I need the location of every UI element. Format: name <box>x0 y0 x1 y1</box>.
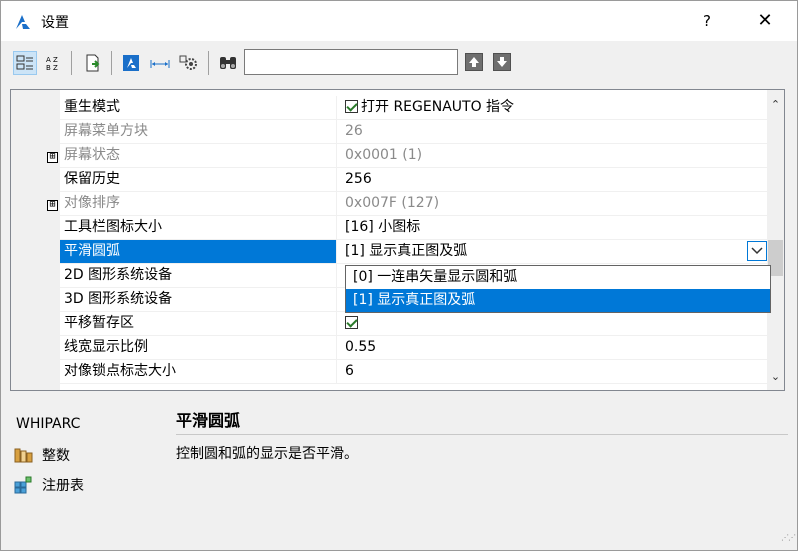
checkbox-checked-icon[interactable] <box>345 316 358 329</box>
svg-text:A: A <box>46 56 51 64</box>
dropdown-button[interactable] <box>747 241 767 261</box>
search-input[interactable] <box>244 49 458 75</box>
find-button[interactable] <box>216 51 240 75</box>
help-button[interactable]: ? <box>691 7 723 35</box>
property-grid: ⊞ ⊞ 重生模式 打开 REGENAUTO 指令 屏幕菜单方块 26 屏幕状态 … <box>10 89 785 391</box>
property-name: 平滑圆弧 <box>60 240 337 263</box>
property-row[interactable]: 对像排序 0x007F (127) <box>60 192 767 216</box>
property-name: 重生模式 <box>60 96 337 119</box>
property-value[interactable] <box>338 312 767 335</box>
dimension-icon <box>150 60 170 68</box>
dropdown-option-selected[interactable]: [1] 显示真正图及弧 <box>346 289 770 312</box>
toolbar-separator <box>71 51 72 75</box>
property-name: 工具栏图标大小 <box>60 216 337 239</box>
type-label: 整数 <box>42 448 70 464</box>
arrow-up-icon <box>469 57 479 67</box>
property-name: 屏幕状态 <box>60 144 337 167</box>
settings-dialog: 设置 ? ✕ AZ BZ ⊞ ⊞ 重生模式 打开 REGENAUTO 指令 屏幕… <box>0 0 798 551</box>
title-bar: 设置 ? ✕ <box>1 1 797 41</box>
toolbar: AZ BZ <box>1 41 797 85</box>
gear-settings-button[interactable] <box>177 51 201 75</box>
property-name: 对像锁点标志大小 <box>60 360 337 383</box>
export-icon <box>86 54 100 72</box>
dropdown-option[interactable]: [0] 一连串矢量显示圆和弧 <box>346 266 770 289</box>
scroll-down-icon[interactable]: ⌄ <box>767 370 784 384</box>
grid-gutter <box>11 90 60 390</box>
svg-text:Z: Z <box>53 56 58 64</box>
svg-text:Z: Z <box>53 64 58 72</box>
storage-indicator: 注册表 <box>14 475 84 495</box>
property-value-text: [1] 显示真正图及弧 <box>345 243 468 259</box>
property-row[interactable]: 重生模式 打开 REGENAUTO 指令 <box>60 96 767 120</box>
binoculars-icon <box>220 57 236 69</box>
scroll-up-icon[interactable]: ⌃ <box>767 98 784 112</box>
property-value[interactable]: 256 <box>338 168 767 191</box>
property-name: 保留历史 <box>60 168 337 191</box>
window-title: 设置 <box>41 15 69 31</box>
property-name: 3D 图形系统设备 <box>60 288 337 311</box>
storage-label: 注册表 <box>42 478 84 494</box>
description-text: 控制圆和弧的显示是否平滑。 <box>176 446 358 462</box>
find-next-button[interactable] <box>493 53 511 71</box>
vertical-scrollbar[interactable]: ⌃ ⌄ <box>767 90 784 390</box>
variable-name: WHIPARC <box>16 416 81 432</box>
close-button[interactable]: ✕ <box>745 7 785 35</box>
chevron-down-icon <box>751 247 763 255</box>
alphabetical-view-icon: AZ BZ <box>46 56 58 72</box>
system-variable-button[interactable] <box>119 51 143 75</box>
property-row-selected[interactable]: 平滑圆弧 [1] 显示真正图及弧 <box>60 240 767 264</box>
property-value[interactable]: 0.55 <box>338 336 767 359</box>
expand-icon[interactable]: ⊞ <box>47 152 58 163</box>
alphabetical-view-button[interactable]: AZ BZ <box>41 51 65 75</box>
resize-grip-icon[interactable]: ⋰⋰ <box>781 533 796 542</box>
export-button[interactable] <box>81 51 105 75</box>
property-row[interactable]: 屏幕状态 0x0001 (1) <box>60 144 767 168</box>
property-name: 对像排序 <box>60 192 337 215</box>
property-row[interactable]: 保留历史 256 <box>60 168 767 192</box>
property-row[interactable]: 平移暂存区 <box>60 312 767 336</box>
integer-type-icon <box>14 448 33 463</box>
gear-settings-icon <box>179 55 197 70</box>
property-value[interactable]: [16] 小图标 <box>338 216 767 239</box>
property-name: 2D 图形系统设备 <box>60 264 337 287</box>
property-value-combobox[interactable]: [1] 显示真正图及弧 <box>338 240 767 263</box>
find-previous-button[interactable] <box>465 53 483 71</box>
toolbar-separator <box>208 51 209 75</box>
expand-icon[interactable]: ⊞ <box>47 200 58 211</box>
dimension-button[interactable] <box>148 51 172 75</box>
categorized-view-button[interactable] <box>13 51 37 75</box>
property-name: 平移暂存区 <box>60 312 337 335</box>
categorized-view-icon <box>16 55 33 70</box>
property-value[interactable]: 6 <box>338 360 767 383</box>
dropdown-list: [0] 一连串矢量显示圆和弧 [1] 显示真正图及弧 <box>345 265 771 313</box>
svg-text:B: B <box>46 64 51 72</box>
registry-icon <box>14 476 32 494</box>
toolbar-separator <box>111 51 112 75</box>
property-value[interactable]: 打开 REGENAUTO 指令 <box>338 96 767 119</box>
divider <box>176 434 788 435</box>
arrow-down-icon <box>497 57 507 67</box>
app-logo-icon <box>16 15 30 29</box>
property-row[interactable]: 屏幕菜单方块 26 <box>60 120 767 144</box>
type-indicator: 整数 <box>14 445 70 465</box>
property-value: 0x0001 (1) <box>345 147 423 163</box>
property-name: 屏幕菜单方块 <box>60 120 337 143</box>
property-value: 26 <box>345 123 363 139</box>
description-title: 平滑圆弧 <box>176 411 241 430</box>
property-value-text: 打开 REGENAUTO 指令 <box>361 99 515 115</box>
property-row[interactable]: 工具栏图标大小 [16] 小图标 <box>60 216 767 240</box>
property-name: 线宽显示比例 <box>60 336 337 359</box>
property-row[interactable]: 对像锁点标志大小 6 <box>60 360 767 384</box>
property-value: 0x007F (127) <box>345 195 440 211</box>
system-variable-icon <box>123 55 139 71</box>
property-row[interactable]: 线宽显示比例 0.55 <box>60 336 767 360</box>
checkbox-checked-icon[interactable] <box>345 100 358 113</box>
